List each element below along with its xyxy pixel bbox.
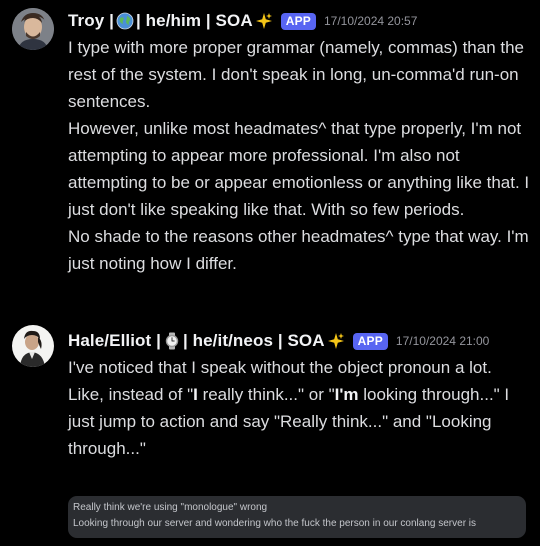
message-header: Troy | | he/him | SOA APP 17/10/2024 20:… [68,9,417,33]
timestamp[interactable]: 17/10/2024 21:00 [396,334,489,348]
message-body: I type with more proper grammar (namely,… [68,34,534,277]
person-avatar-icon [12,325,54,367]
embedded-messages-preview[interactable]: Really think we're using "monologue" wro… [68,496,526,538]
author-name[interactable]: Troy | [68,11,114,31]
author-pronouns[interactable]: | he/it/neos | SOA [183,331,325,351]
timestamp[interactable]: 17/10/2024 20:57 [324,14,417,28]
quoted-line: Really think we're using "monologue" wro… [73,502,268,513]
message-paragraph: I've noticed that I speak without the ob… [68,358,492,377]
avatar-troy[interactable] [12,8,54,50]
message-paragraph: Like, instead of "I really think..." or … [68,381,534,462]
sparkles-icon [255,12,273,30]
globe-icon [116,12,134,30]
app-badge: APP [352,332,388,350]
quoted-line: Looking through our server and wondering… [73,518,477,529]
message-header: Hale/Elliot | | he/it/neos | SOA APP 17/… [68,329,489,353]
text-run: Like, instead of " [68,385,194,404]
message-paragraph: However, unlike most headmates^ that typ… [68,119,530,219]
avatar-hale[interactable] [12,325,54,367]
message-paragraph: I type with more proper grammar (namely,… [68,38,525,111]
person-avatar-icon [12,8,54,50]
message-body: I've noticed that I speak without the ob… [68,354,534,462]
message-paragraph: No shade to the reasons other headmates^… [68,227,529,273]
text-run: really think..." or " [197,385,335,404]
watch-icon [163,332,181,350]
author-name[interactable]: Hale/Elliot | [68,331,161,351]
chat-log: Troy | | he/him | SOA APP 17/10/2024 20:… [0,0,540,546]
author-pronouns[interactable]: | he/him | SOA [136,11,253,31]
sparkles-icon [327,332,345,350]
app-badge: APP [280,12,316,30]
bold-run: I'm [334,385,359,404]
